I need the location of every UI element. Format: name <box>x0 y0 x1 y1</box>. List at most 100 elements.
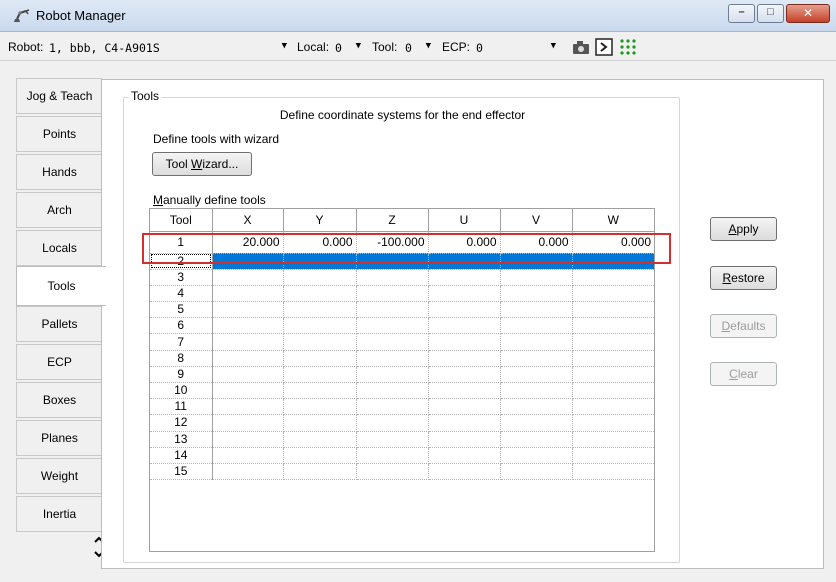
io-monitor-icon[interactable] <box>619 38 637 56</box>
tool-number-cell[interactable]: 14 <box>150 447 213 464</box>
table-cell-z[interactable] <box>356 398 429 416</box>
table-cell-y[interactable]: 0.000 <box>283 231 357 254</box>
table-cell-z[interactable] <box>356 317 429 335</box>
table-cell-v[interactable] <box>500 463 573 481</box>
table-cell-w[interactable] <box>572 253 654 270</box>
table-cell-w[interactable] <box>572 317 654 335</box>
table-cell-y[interactable] <box>283 382 357 400</box>
table-cell-w[interactable] <box>572 463 654 481</box>
maximize-button[interactable]: □ <box>757 4 784 23</box>
table-cell-w[interactable] <box>572 285 654 303</box>
tools-table[interactable]: Tool X Y Z U V W 1 20.000 0.000 -100.000 0.0… <box>149 208 655 552</box>
tab-boxes[interactable]: Boxes <box>16 382 102 418</box>
clear-button[interactable]: Clear <box>710 362 777 386</box>
table-cell-u[interactable] <box>428 317 501 335</box>
table-row[interactable]: 13 <box>150 431 654 448</box>
table-cell-y[interactable] <box>283 333 357 351</box>
table-cell-x[interactable] <box>212 382 284 400</box>
table-cell-w[interactable] <box>572 431 654 448</box>
table-row[interactable]: 11 <box>150 398 654 416</box>
tool-number-cell[interactable]: 11 <box>150 398 213 416</box>
table-row[interactable]: 2 <box>150 253 654 270</box>
table-cell-v[interactable] <box>500 366 573 384</box>
table-cell-y[interactable] <box>283 350 357 367</box>
table-cell-y[interactable] <box>283 285 357 303</box>
tool-number-cell[interactable]: 2 <box>150 253 213 270</box>
table-cell-u[interactable] <box>428 382 501 400</box>
table-cell-z[interactable] <box>356 253 429 270</box>
table-cell-u[interactable] <box>428 269 501 286</box>
table-row[interactable]: 12 <box>150 414 654 432</box>
table-cell-y[interactable] <box>283 366 357 384</box>
table-cell-y[interactable] <box>283 398 357 416</box>
table-cell-u[interactable]: 0.000 <box>428 231 501 254</box>
table-cell-y[interactable] <box>283 253 357 270</box>
camera-icon[interactable] <box>571 38 591 56</box>
apply-button[interactable]: Apply <box>710 217 777 241</box>
tool-number-cell[interactable]: 6 <box>150 317 213 335</box>
table-cell-y[interactable] <box>283 301 357 319</box>
table-row[interactable]: 10 <box>150 382 654 400</box>
table-cell-u[interactable] <box>428 398 501 416</box>
table-cell-v[interactable] <box>500 414 573 432</box>
execute-command-icon[interactable] <box>595 38 613 56</box>
table-cell-u[interactable] <box>428 431 501 448</box>
table-cell-z[interactable] <box>356 285 429 303</box>
tool-number-cell[interactable]: 5 <box>150 301 213 319</box>
table-row[interactable]: 15 <box>150 463 654 481</box>
tab-hands[interactable]: Hands <box>16 154 102 190</box>
table-row[interactable]: 8 <box>150 350 654 367</box>
robot-select[interactable]: 1, bbb, C4-A901S ▼ <box>46 37 290 57</box>
tool-number-cell[interactable]: 12 <box>150 414 213 432</box>
table-cell-z[interactable] <box>356 447 429 464</box>
table-cell-x[interactable] <box>212 463 284 481</box>
tab-weight[interactable]: Weight <box>16 458 102 494</box>
table-cell-u[interactable] <box>428 301 501 319</box>
table-cell-x[interactable] <box>212 333 284 351</box>
close-button[interactable]: ✕ <box>786 4 830 23</box>
table-cell-z[interactable] <box>356 269 429 286</box>
table-cell-y[interactable] <box>283 447 357 464</box>
tool-number-cell[interactable]: 7 <box>150 333 213 351</box>
tab-tools[interactable]: Tools <box>16 266 106 306</box>
table-cell-v[interactable] <box>500 447 573 464</box>
table-cell-u[interactable] <box>428 463 501 481</box>
table-row[interactable]: 4 <box>150 285 654 303</box>
table-cell-x[interactable]: 20.000 <box>212 231 284 254</box>
table-cell-v[interactable] <box>500 317 573 335</box>
tab-pallets[interactable]: Pallets <box>16 306 102 342</box>
table-cell-v[interactable] <box>500 350 573 367</box>
table-cell-u[interactable] <box>428 350 501 367</box>
table-cell-v[interactable]: 0.000 <box>500 231 573 254</box>
title-bar[interactable]: Robot Manager – □ ✕ <box>0 0 836 32</box>
table-row[interactable]: 5 <box>150 301 654 319</box>
tool-number-cell[interactable]: 3 <box>150 269 213 286</box>
table-row[interactable]: 1 20.000 0.000 -100.000 0.000 0.000 0.000 <box>150 231 654 254</box>
minimize-button[interactable]: – <box>728 4 755 23</box>
table-cell-u[interactable] <box>428 253 501 270</box>
tab-planes[interactable]: Planes <box>16 420 102 456</box>
column-header-w[interactable]: W <box>572 209 654 232</box>
column-header-z[interactable]: Z <box>356 209 429 232</box>
tab-ecp[interactable]: ECP <box>16 344 102 380</box>
table-cell-x[interactable] <box>212 431 284 448</box>
table-cell-v[interactable] <box>500 269 573 286</box>
table-cell-x[interactable] <box>212 301 284 319</box>
tool-number-cell[interactable]: 10 <box>150 382 213 400</box>
local-select[interactable]: 0 ▼ <box>332 37 364 57</box>
tool-number-cell[interactable]: 4 <box>150 285 213 303</box>
table-cell-x[interactable] <box>212 317 284 335</box>
table-row[interactable]: 9 <box>150 366 654 384</box>
table-cell-z[interactable] <box>356 350 429 367</box>
table-cell-y[interactable] <box>283 317 357 335</box>
table-row[interactable]: 14 <box>150 447 654 464</box>
table-cell-z[interactable] <box>356 301 429 319</box>
table-cell-x[interactable] <box>212 414 284 432</box>
table-row[interactable]: 6 <box>150 317 654 335</box>
table-cell-x[interactable] <box>212 350 284 367</box>
table-cell-w[interactable] <box>572 447 654 464</box>
table-cell-w[interactable] <box>572 301 654 319</box>
table-cell-w[interactable] <box>572 382 654 400</box>
column-header-u[interactable]: U <box>428 209 501 232</box>
table-cell-x[interactable] <box>212 285 284 303</box>
